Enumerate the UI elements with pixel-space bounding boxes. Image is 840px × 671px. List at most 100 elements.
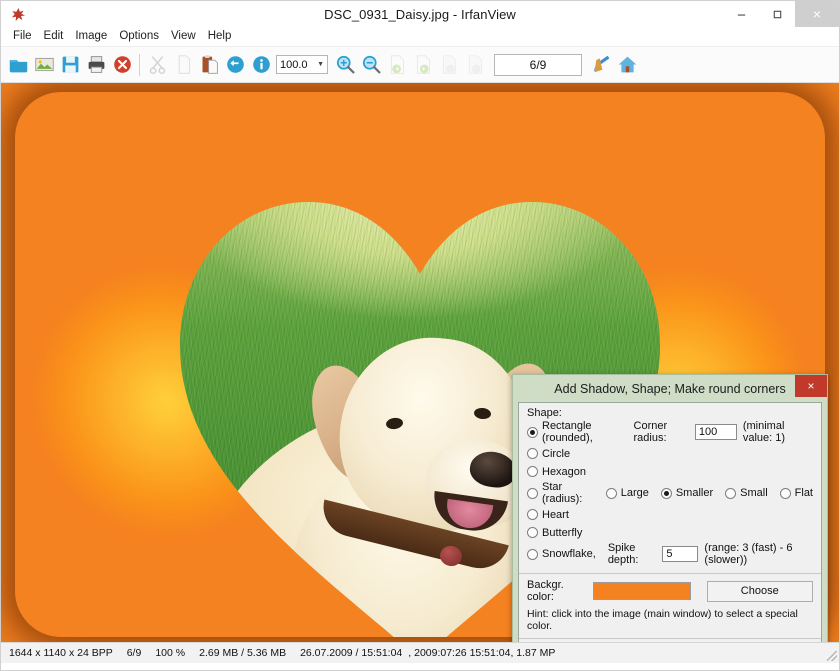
paint-icon [591,54,612,75]
status-page: 6/9 [127,647,142,659]
title-bar: DSC_0931_Daisy.jpg - IrfanView × [1,1,839,27]
zoom-out-button[interactable] [358,51,384,79]
status-filesize: 2.69 MB / 5.36 MB [199,647,286,659]
zoom-in-button[interactable] [332,51,358,79]
open-button[interactable] [5,51,31,79]
shape-option-circle-row: Circle [527,445,813,462]
background-color-swatch[interactable] [593,582,690,600]
radio-butterfly[interactable] [527,527,538,538]
copy-icon [173,54,194,75]
chevron-down-icon: ▼ [317,61,324,68]
close-button[interactable]: × [795,1,839,27]
menu-item-edit[interactable]: Edit [38,27,70,46]
save-button[interactable] [57,51,83,79]
irfanview-window: DSC_0931_Daisy.jpg - IrfanView × File Ed… [0,0,840,671]
radio-heart[interactable] [527,509,538,520]
print-button[interactable] [83,51,109,79]
maximize-button[interactable] [759,1,795,27]
radio-star-large[interactable] [606,488,617,499]
radio-rectangle[interactable] [527,427,538,438]
background-color-group: Backgr. color: Choose Hint: click into t… [519,574,821,639]
menu-bar: File Edit Image Options View Help [1,27,839,47]
shape-option-hexagon-row: Hexagon [527,463,813,480]
label-rectangle: Rectangle (rounded), [542,420,626,444]
print-icon [86,54,107,75]
spike-depth-label: Spike depth: [608,542,658,566]
copy-button[interactable] [170,51,196,79]
status-filedate: 26.07.2009 / 15:51:04 [300,647,402,659]
paste-icon [199,54,220,75]
toolbar: 100.0 ▼ [1,47,839,83]
spike-depth-input[interactable] [662,546,698,562]
label-star-large: Large [621,487,649,499]
label-butterfly: Butterfly [542,527,582,539]
radio-snowflake[interactable] [527,549,538,560]
cut-button[interactable] [144,51,170,79]
dialog-body: Shape: Rectangle (rounded), Corner radiu… [518,402,822,642]
choose-color-button[interactable]: Choose [707,581,813,602]
toolbar-separator [139,54,140,76]
menu-item-help[interactable]: Help [202,27,238,46]
minimize-button[interactable] [723,1,759,27]
previous-page-icon [387,54,408,75]
zoom-out-icon [361,54,382,75]
spike-depth-note: (range: 3 (fast) - 6 (slower)) [704,542,813,566]
menu-item-file[interactable]: File [7,27,38,46]
first-page-button[interactable] [436,51,462,79]
radio-star-small[interactable] [725,488,736,499]
menu-item-view[interactable]: View [165,27,202,46]
radio-star[interactable] [527,488,538,499]
last-page-button[interactable] [462,51,488,79]
first-page-icon [439,54,460,75]
menu-item-image[interactable]: Image [69,27,113,46]
label-star-smaller: Smaller [676,487,713,499]
dialog-close-button[interactable]: × [795,375,827,397]
radio-circle[interactable] [527,448,538,459]
delete-button[interactable] [109,51,135,79]
home-icon [617,54,638,75]
radio-star-smaller[interactable] [661,488,672,499]
label-snowflake: Snowflake, [542,548,596,560]
label-star: Star (radius): [542,481,596,505]
shape-option-rectangle-row: Rectangle (rounded), Corner radius: (min… [527,420,813,444]
dialog-title-bar: Add Shadow, Shape; Make round corners × [513,375,827,402]
corner-radius-input[interactable] [695,424,737,440]
label-star-small: Small [740,487,768,499]
close-icon: × [813,6,821,22]
undo-button[interactable] [222,51,248,79]
label-heart: Heart [542,509,569,521]
info-button[interactable] [248,51,274,79]
resize-gripper-icon[interactable] [827,651,837,661]
delete-icon [112,54,133,75]
status-bar: 1644 x 1140 x 24 BPP 6/9 100 % 2.69 MB /… [1,642,839,663]
info-icon [251,54,272,75]
home-button[interactable] [614,51,640,79]
thumbnails-button[interactable] [31,51,57,79]
save-icon [60,54,81,75]
shape-option-snowflake-row: Snowflake, Spike depth: (range: 3 (fast)… [527,542,813,566]
previous-page-button[interactable] [384,51,410,79]
radio-star-flat[interactable] [780,488,791,499]
shape-option-star-row: Star (radius): Large Smaller Small [527,481,813,505]
shape-group-label: Shape: [527,407,813,419]
undo-icon [225,54,246,75]
minimize-icon [736,9,747,20]
next-page-button[interactable] [410,51,436,79]
menu-item-options[interactable]: Options [113,27,165,46]
close-icon: × [807,379,814,393]
label-hexagon: Hexagon [542,466,586,478]
zoom-combobox[interactable]: 100.0 ▼ [276,55,328,74]
paste-button[interactable] [196,51,222,79]
radio-hexagon[interactable] [527,466,538,477]
paint-button[interactable] [588,51,614,79]
color-hint-text: Hint: click into the image (main window)… [527,608,813,632]
background-color-label: Backgr. color: [527,579,587,603]
dialog-title: Add Shadow, Shape; Make round corners [554,382,785,396]
zoom-value: 100.0 [280,59,308,71]
open-icon [8,54,29,75]
status-zoom: 100 % [155,647,185,659]
background-color-row: Backgr. color: Choose [527,579,813,603]
image-canvas[interactable]: Add Shadow, Shape; Make round corners × … [1,83,839,642]
next-page-icon [413,54,434,75]
window-title: DSC_0931_Daisy.jpg - IrfanView [1,7,839,22]
